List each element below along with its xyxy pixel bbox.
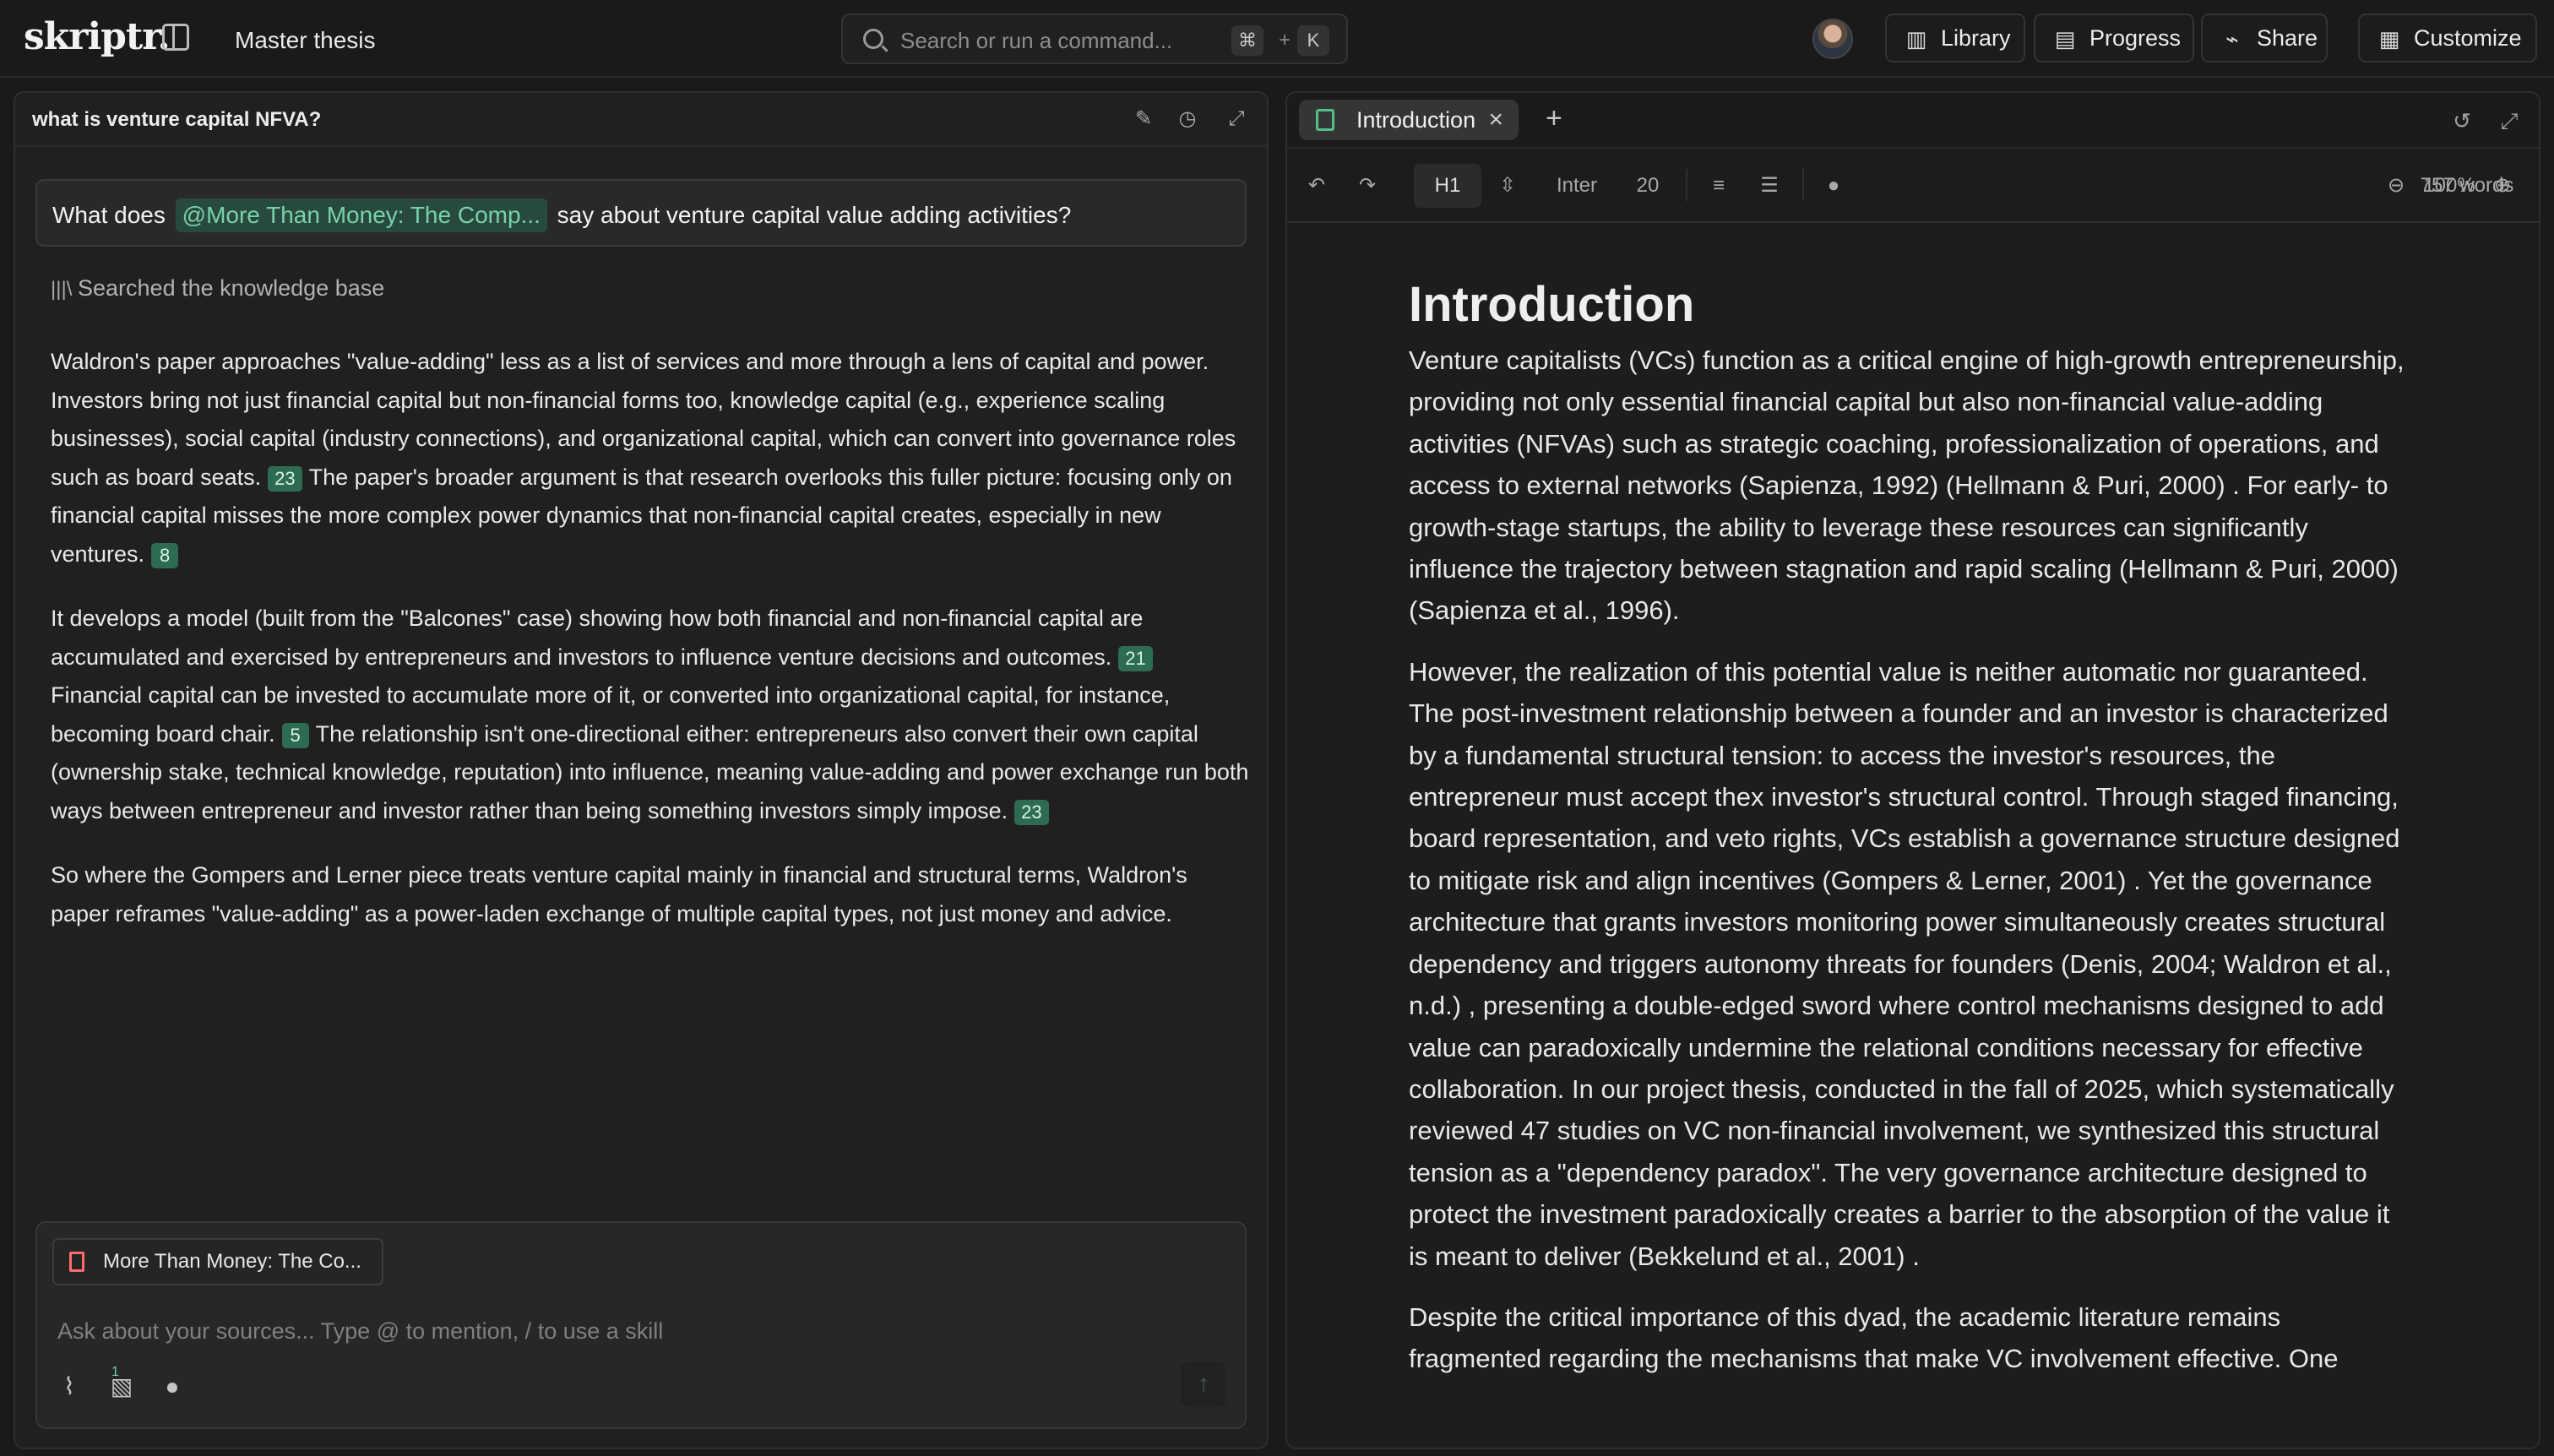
search-placeholder: Search or run a command...: [900, 28, 1173, 53]
citation-badge[interactable]: 21: [1118, 645, 1153, 671]
add-tab-icon[interactable]: +: [1546, 102, 1562, 135]
send-button[interactable]: ↑: [1181, 1361, 1226, 1407]
share-button[interactable]: ⌁ Share: [2201, 14, 2328, 62]
line-spacing-icon[interactable]: ☰: [1753, 171, 1785, 201]
source-chip[interactable]: More Than Money: The Co...: [52, 1238, 383, 1285]
progress-label: Progress: [2089, 25, 2182, 51]
search-icon: [863, 29, 883, 49]
project-title[interactable]: Master thesis: [235, 27, 376, 54]
question-suffix: say about venture capital value adding a…: [557, 202, 1072, 228]
zoom-out-icon[interactable]: ⊖: [2382, 171, 2410, 201]
progress-button[interactable]: ▤ Progress: [2034, 14, 2194, 62]
undo-icon[interactable]: ↶: [1302, 171, 1331, 201]
microphone-icon[interactable]: ●: [1818, 171, 1850, 201]
history-icon[interactable]: ↺: [2449, 108, 2475, 133]
command-search[interactable]: Search or run a command... ⌘ + K: [841, 14, 1348, 64]
document-panel: Introduction × + ↺ ⤢ ↶ ↷ H1 ⇳ Inter 20 ≡ …: [1285, 91, 2540, 1449]
top-bar: skriptr. Master thesis Search or run a c…: [0, 0, 2554, 78]
grid-icon: ▦: [2378, 26, 2400, 52]
document-tabs: Introduction × + ↺ ⤢: [1287, 93, 2539, 149]
customize-label: Customize: [2414, 25, 2522, 51]
source-chip-label: More Than Money: The Co...: [103, 1250, 361, 1273]
citation-badge[interactable]: 5: [281, 722, 309, 748]
document-editor[interactable]: Introduction Venture capitalists (VCs) f…: [1409, 275, 2414, 1399]
chat-header: what is venture capital NFVA? ✎ ◷ ⤢: [15, 93, 1267, 147]
font-family-select[interactable]: Inter: [1542, 171, 1611, 201]
document-paragraph: Despite the critical importance of this …: [1409, 1301, 2339, 1374]
assistant-answer: Waldron's paper approaches "value-adding…: [51, 343, 1250, 959]
tab-introduction[interactable]: Introduction ×: [1299, 100, 1519, 140]
expand-icon[interactable]: ⤢: [1225, 107, 1248, 131]
share-icon: ⌁: [2225, 26, 2239, 52]
document-paragraph: However, the realization of this potenti…: [1409, 656, 2400, 1271]
knowledge-search-status: |||\ Searched the knowledge base: [51, 275, 384, 302]
chat-panel: what is venture capital NFVA? ✎ ◷ ⤢ What…: [14, 91, 1269, 1449]
question-text: What does @More Than Money: The Comp... …: [52, 198, 1071, 232]
image-icon[interactable]: ▧: [108, 1373, 135, 1400]
library-icon: |||\: [51, 278, 73, 301]
editor-toolbar: ↶ ↷ H1 ⇳ Inter 20 ≡ ☰ ● ⊖ 100% ⊕ 757 wor…: [1287, 149, 2539, 223]
close-icon[interactable]: ×: [1488, 100, 1503, 140]
source-mention[interactable]: @More Than Money: The Comp...: [175, 198, 547, 232]
answer-text: It develops a model (built from the "Bal…: [51, 606, 1144, 670]
microphone-icon[interactable]: ●: [159, 1373, 186, 1400]
citation-badge[interactable]: 23: [268, 465, 302, 492]
user-avatar[interactable]: [1812, 19, 1853, 59]
toolbar-divider: [1686, 169, 1687, 201]
library-label: Library: [1941, 25, 2011, 51]
chat-composer: More Than Money: The Co... ⌇ 1 ▧ ● ↑: [35, 1221, 1247, 1429]
chat-input[interactable]: [57, 1314, 1037, 1348]
answer-paragraph: It develops a model (built from the "Bal…: [51, 600, 1250, 830]
question-prefix: What does: [52, 202, 166, 228]
new-chat-icon[interactable]: ✎: [1132, 107, 1155, 131]
toolbar-divider: [1802, 169, 1804, 201]
share-label: Share: [2257, 25, 2318, 51]
command-key: ⌘: [1231, 25, 1263, 56]
document-heading: Introduction: [1409, 277, 1695, 332]
document-icon: [1316, 109, 1334, 131]
user-question: What does @More Than Money: The Comp... …: [35, 179, 1247, 247]
shortcut-plus: +: [1279, 29, 1291, 52]
k-key: K: [1297, 25, 1329, 56]
answer-paragraph: So where the Gompers and Lerner piece tr…: [51, 862, 1187, 926]
tab-label: Introduction: [1356, 107, 1476, 133]
attachment-icon[interactable]: ⌇: [56, 1373, 83, 1400]
collapse-icon[interactable]: ⇳: [1493, 171, 1522, 201]
expand-icon[interactable]: ⤢: [2497, 108, 2522, 133]
citation-badge[interactable]: 8: [151, 542, 179, 568]
app-logo[interactable]: skriptr.: [24, 15, 171, 58]
pdf-icon: [69, 1252, 84, 1272]
history-icon[interactable]: ◷: [1176, 107, 1199, 131]
library-icon: ▥: [1905, 26, 1927, 52]
align-left-icon[interactable]: ≡: [1704, 171, 1733, 201]
answer-paragraph: Waldron's paper approaches "value-adding…: [51, 343, 1250, 573]
conversation-title: what is venture capital NFVA?: [32, 108, 322, 131]
font-size-select[interactable]: 20: [1623, 171, 1672, 201]
word-count: 757 words: [2420, 174, 2514, 197]
customize-button[interactable]: ▦ Customize: [2358, 14, 2537, 62]
heading-select[interactable]: H1: [1414, 164, 1481, 208]
citation-badge[interactable]: 23: [1014, 799, 1049, 825]
library-button[interactable]: ▥ Library: [1885, 14, 2025, 62]
redo-icon[interactable]: ↷: [1353, 171, 1382, 201]
document-paragraph: Venture capitalists (VCs) function as a …: [1409, 345, 2405, 626]
progress-icon: ▤: [2054, 26, 2076, 52]
status-text: Searched the knowledge base: [78, 275, 385, 301]
sidebar-toggle-icon[interactable]: [162, 24, 189, 51]
